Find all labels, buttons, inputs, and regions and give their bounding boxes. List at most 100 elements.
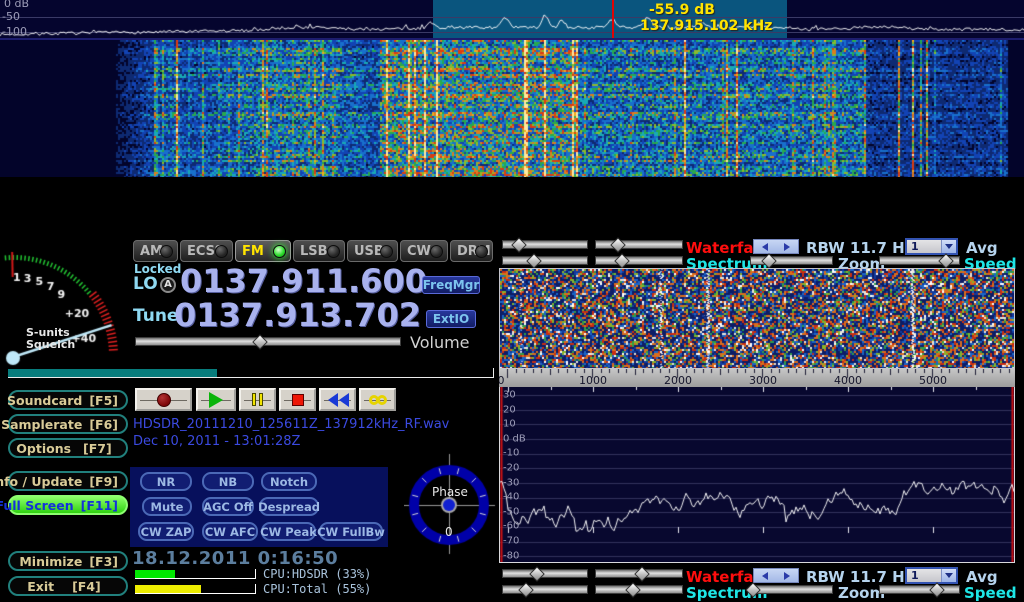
squelch-level-bar[interactable] (8, 368, 494, 378)
tune-label: Tune (133, 306, 178, 326)
volume-slider-thumb[interactable] (252, 334, 268, 350)
soundcard-button[interactable]: Soundcard [F5] (8, 390, 128, 410)
rewind-icon (327, 393, 349, 407)
af-waterfall[interactable] (500, 269, 1014, 368)
pause-icon (252, 393, 263, 406)
slider-thumb[interactable] (530, 566, 546, 582)
rewind-button[interactable] (319, 388, 356, 411)
loop-button[interactable] (359, 388, 396, 411)
cw-afc-button[interactable]: CW AFC (202, 522, 258, 541)
zoom-slider[interactable] (750, 256, 833, 265)
cpu-hdsdr-label: CPU:HDSDR (33%) (263, 567, 371, 581)
tune-cursor-line[interactable] (612, 0, 614, 40)
freqmgr-button[interactable]: FreqMgr (422, 276, 480, 294)
avg-select[interactable]: 1 (905, 567, 958, 584)
rbw-spinner[interactable] (753, 239, 799, 254)
mute-button[interactable]: Mute (142, 497, 192, 516)
rf-spectrum[interactable]: 0 dB -50 -100 -55.9 dB 137.915.102 kHz (0, 0, 1024, 40)
db-label: -10 (503, 448, 519, 459)
mode-button-lsb[interactable]: LSB (293, 240, 345, 262)
freq-label: 2000 (664, 374, 692, 387)
slider-thumb[interactable] (614, 253, 630, 269)
lo-frequency-display[interactable]: 0137.911.600 (180, 262, 427, 300)
mode-button-label: FM (236, 244, 264, 259)
chevron-down-icon[interactable] (941, 240, 956, 253)
tune-frequency-display[interactable]: 0137.913.702 (174, 296, 421, 334)
cw-fullbw-button[interactable]: CW FullBw (319, 522, 383, 541)
exit-button[interactable]: Exit[F4] (8, 576, 128, 596)
waterfall-upper-limit-slider[interactable] (502, 240, 588, 249)
arrow-right-icon[interactable] (784, 572, 790, 580)
button-label: Exit (27, 579, 54, 594)
led-icon (327, 245, 340, 258)
nb-button[interactable]: NB (202, 472, 254, 491)
button-hotkey: [F5] (89, 393, 118, 408)
cw-peak-button[interactable]: CW Peak (261, 522, 316, 541)
mode-button-usb[interactable]: USB (347, 240, 398, 262)
slider-thumb[interactable] (518, 582, 534, 598)
auto-badge-icon[interactable]: A (160, 277, 176, 293)
cursor-freq-readout: 137.915.102 kHz (640, 18, 772, 34)
freqmgr-button-label: FreqMgr (423, 278, 480, 292)
phase-scope[interactable] (404, 452, 496, 556)
af-spectrum[interactable] (499, 387, 1015, 563)
spectrum-lower-limit-slider[interactable] (595, 585, 683, 594)
arrow-left-icon[interactable] (762, 572, 768, 580)
pause-button[interactable] (239, 388, 276, 411)
mode-button-fm[interactable]: FM (235, 240, 291, 262)
info-update-button[interactable]: Info / Update[F9] (8, 471, 128, 491)
play-button[interactable] (196, 388, 236, 411)
waterfall-lower-limit-slider[interactable] (595, 240, 683, 249)
spectrum-upper-limit-slider[interactable] (502, 585, 588, 594)
phase-title: Phase (432, 485, 468, 499)
stop-button[interactable] (279, 388, 316, 411)
button-label: NR (157, 475, 175, 489)
samplerate-button[interactable]: Samplerate[F6] (8, 414, 128, 434)
button-label: Options (16, 441, 71, 456)
slider-thumb[interactable] (939, 253, 955, 269)
extio-button[interactable]: ExtIO (426, 310, 476, 328)
recorded-file-date: Dec 10, 2011 - 13:01:28Z (133, 434, 300, 449)
slider-thumb[interactable] (634, 566, 650, 582)
zoom-slider[interactable] (750, 585, 833, 594)
arrow-left-icon[interactable] (762, 243, 768, 251)
db-label: -20 (503, 463, 519, 474)
button-label: CW AFC (205, 525, 255, 539)
slider-thumb[interactable] (929, 582, 945, 598)
nr-button[interactable]: NR (140, 472, 192, 491)
slider-thumb[interactable] (526, 253, 542, 269)
volume-slider[interactable] (135, 337, 401, 346)
mode-button-cw[interactable]: CW (400, 240, 448, 262)
speed-label: Speed (964, 584, 1017, 602)
speed-slider[interactable] (879, 585, 960, 594)
notch-button[interactable]: Notch (261, 472, 317, 491)
fullscreen-button[interactable]: Full Screen[F11] (8, 495, 128, 515)
waterfall-lower-limit-slider[interactable] (595, 569, 683, 578)
button-label: Soundcard (7, 393, 82, 408)
slider-thumb[interactable] (610, 237, 626, 253)
cpu-total-label: CPU:Total (55%) (263, 582, 371, 596)
spectrum-upper-limit-slider[interactable] (502, 256, 588, 265)
mode-button-am[interactable]: AM (133, 240, 178, 262)
speed-slider[interactable] (879, 256, 960, 265)
af-controls-top: Waterfall RBW 11.7 Hz 1 Avg Spectrum Zoo… (495, 238, 1024, 268)
despread-button[interactable]: Despread (259, 497, 319, 516)
slider-thumb[interactable] (511, 237, 527, 253)
waterfall-upper-limit-slider[interactable] (502, 569, 588, 578)
rbw-spinner[interactable] (753, 568, 799, 583)
record-button[interactable] (135, 388, 192, 411)
button-label: CW Peak (260, 525, 317, 539)
slider-thumb[interactable] (625, 582, 641, 598)
minimize-button[interactable]: Minimize[F3] (8, 551, 128, 571)
avg-select[interactable]: 1 (905, 238, 958, 255)
cw-zap-button[interactable]: CW ZAP (138, 522, 194, 541)
agc-off-button[interactable]: AGC Off (202, 497, 254, 516)
chevron-down-icon[interactable] (941, 569, 956, 582)
af-spectrum-canvas (500, 387, 1014, 562)
mode-button-drm[interactable]: DRM (450, 240, 493, 262)
options-button[interactable]: Options[F7] (8, 438, 128, 458)
arrow-right-icon[interactable] (784, 243, 790, 251)
spectrum-lower-limit-slider[interactable] (595, 256, 683, 265)
mode-button-ecss[interactable]: ECSS (180, 240, 233, 262)
af-frequency-scale[interactable]: 0 1000 2000 3000 4000 5000 (499, 369, 1015, 387)
